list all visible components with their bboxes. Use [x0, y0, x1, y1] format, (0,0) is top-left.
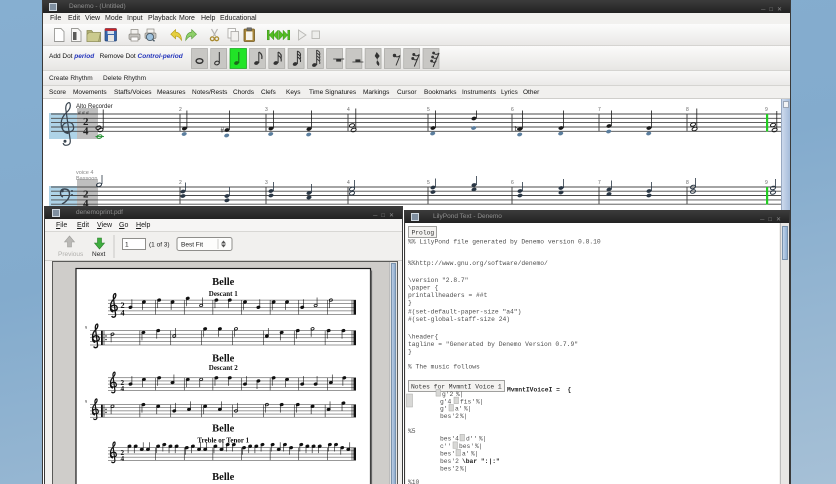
svg-text:Treble or Tenor 1: Treble or Tenor 1	[197, 437, 249, 445]
svg-text:\paper {: \paper {	[408, 285, 438, 292]
svg-text:7: 7	[598, 107, 601, 113]
svg-text:bes'2: bes'2	[440, 458, 459, 465]
svg-text:\header{: \header{	[408, 333, 438, 340]
svg-text:Previous: Previous	[58, 251, 84, 258]
svg-text:%|: %|	[460, 466, 468, 473]
svg-text:#: #	[78, 111, 81, 117]
svg-text:%10: %10	[408, 479, 420, 484]
svg-text:%|: %|	[456, 391, 464, 398]
svg-text:%|: %|	[475, 443, 483, 450]
svg-text:Belle: Belle	[212, 472, 234, 483]
svg-text:bes'2: bes'2	[440, 466, 459, 473]
svg-text:a': a'	[455, 406, 463, 413]
svg-text:%% LilyPond file generated by: %% LilyPond file generated by Denemo ver…	[408, 239, 601, 246]
svg-text:%|: %|	[464, 406, 472, 413]
svg-text:#(set-global-staff-size 24): #(set-global-staff-size 24)	[408, 316, 510, 323]
svg-text:4: 4	[347, 107, 350, 113]
svg-text:5: 5	[427, 180, 430, 186]
svg-text:%|: %|	[476, 398, 484, 405]
svg-text:MvmntIVoiceI = {: MvmntIVoiceI = {	[507, 387, 571, 394]
svg-text:2: 2	[179, 180, 182, 186]
svg-text:#: #	[221, 127, 225, 135]
svg-text:\version "2.8.7": \version "2.8.7"	[408, 277, 468, 284]
svg-text:bes': bes'	[440, 451, 455, 458]
svg-text:Descant 2: Descant 2	[209, 364, 238, 372]
svg-text:8: 8	[686, 180, 689, 186]
svg-text:%5: %5	[408, 428, 416, 435]
svg-text:6: 6	[511, 180, 514, 186]
svg-text:4: 4	[121, 455, 125, 463]
svg-text:%|: %|	[479, 436, 487, 443]
svg-text:Descant 1: Descant 1	[209, 290, 238, 298]
svg-text:Next: Next	[92, 251, 106, 258]
svg-text:Notes for MvmntI Voice 1: Notes for MvmntI Voice 1	[411, 384, 502, 391]
svg-text:2: 2	[179, 107, 182, 113]
svg-text:a': a'	[462, 451, 470, 458]
svg-text:4: 4	[121, 385, 125, 393]
svg-text:4: 4	[83, 126, 89, 138]
svg-text:Belle: Belle	[212, 354, 234, 365]
svg-text:4: 4	[347, 180, 350, 186]
svg-text:d'': d''	[466, 436, 477, 443]
svg-text:}: }	[408, 348, 412, 355]
svg-text:8: 8	[686, 107, 689, 113]
svg-text:Alto Recorder: Alto Recorder	[76, 104, 113, 110]
svg-text:bes'2: bes'2	[440, 413, 459, 420]
svg-text:bes'4: bes'4	[440, 436, 459, 443]
svg-text:#(set-default-paper-size "a4"): #(set-default-paper-size "a4")	[408, 309, 521, 316]
svg-text:Belle: Belle	[212, 277, 234, 288]
svg-text:(1 of 3): (1 of 3)	[149, 242, 170, 249]
svg-text:Belle: Belle	[212, 424, 234, 435]
svg-text:7: 7	[598, 180, 601, 186]
svg-text:Bassoon: Bassoon	[76, 176, 97, 182]
svg-text:9: 9	[765, 107, 768, 113]
svg-text:g'2: g'2	[442, 391, 454, 398]
svg-text:\bar ":|:": \bar ":|:"	[462, 458, 500, 465]
svg-text:bes': bes'	[459, 443, 474, 450]
svg-text:1: 1	[125, 242, 129, 249]
svg-text:printallheaders = ##t: printallheaders = ##t	[408, 292, 488, 299]
svg-text:6: 6	[511, 107, 514, 113]
svg-text:3: 3	[265, 107, 268, 113]
svg-text:Prolog: Prolog	[412, 230, 435, 237]
svg-text:tagline = "Generated by Denemo: tagline = "Generated by Denemo Version 0…	[408, 341, 578, 348]
svg-text:%|: %|	[460, 413, 468, 420]
svg-text:9: 9	[85, 325, 87, 330]
svg-text:9: 9	[85, 399, 87, 404]
svg-text:c'': c''	[440, 443, 451, 450]
svg-text:5: 5	[427, 107, 430, 113]
svg-text:}: }	[408, 300, 412, 307]
svg-text:% The music follows: % The music follows	[408, 363, 480, 370]
svg-text:9: 9	[765, 180, 768, 186]
svg-text:Best Fit: Best Fit	[181, 242, 203, 249]
svg-text:4: 4	[121, 308, 125, 317]
svg-text:3: 3	[265, 180, 268, 186]
svg-text:%|: %|	[471, 451, 479, 458]
svg-text:g': g'	[440, 406, 448, 413]
svg-text:%%http://www.gnu.org/software/: %%http://www.gnu.org/software/denemo/	[408, 260, 548, 267]
svg-text:fis': fis'	[460, 398, 475, 405]
